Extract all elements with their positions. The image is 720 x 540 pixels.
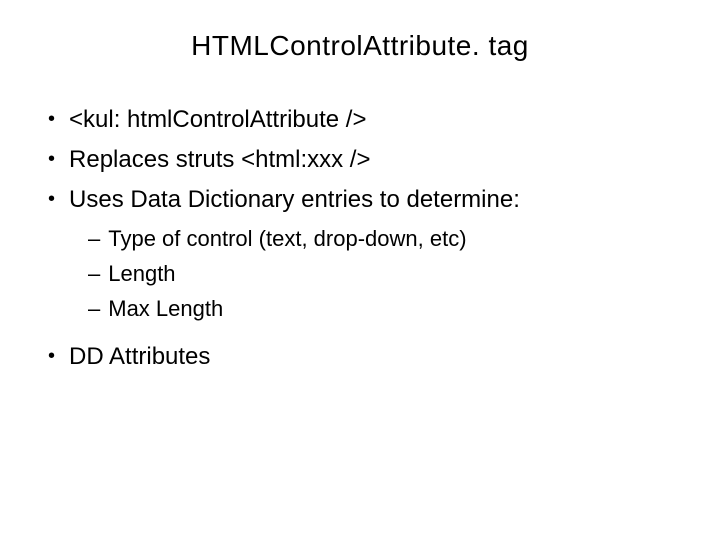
bullet-item: Replaces struts <html:xxx /> [48, 142, 680, 178]
sub-bullet-item: Max Length [88, 292, 680, 325]
main-bullet-list-continued: DD Attributes [40, 339, 680, 375]
bullet-text: Replaces struts <html:xxx /> [69, 142, 370, 178]
bullet-item: Uses Data Dictionary entries to determin… [48, 182, 680, 218]
bullet-text: Uses Data Dictionary entries to determin… [69, 182, 520, 218]
sub-bullet-item: Length [88, 257, 680, 290]
sub-bullet-text: Max Length [108, 292, 223, 325]
main-bullet-list: <kul: htmlControlAttribute /> Replaces s… [40, 102, 680, 218]
sub-bullet-list: Type of control (text, drop-down, etc) L… [40, 222, 680, 325]
bullet-text: DD Attributes [69, 339, 210, 375]
slide-title: HTMLControlAttribute. tag [40, 30, 680, 62]
bullet-item: DD Attributes [48, 339, 680, 375]
bullet-text: <kul: htmlControlAttribute /> [69, 102, 366, 138]
sub-bullet-item: Type of control (text, drop-down, etc) [88, 222, 680, 255]
sub-bullet-text: Type of control (text, drop-down, etc) [108, 222, 466, 255]
sub-bullet-text: Length [108, 257, 175, 290]
bullet-item: <kul: htmlControlAttribute /> [48, 102, 680, 138]
